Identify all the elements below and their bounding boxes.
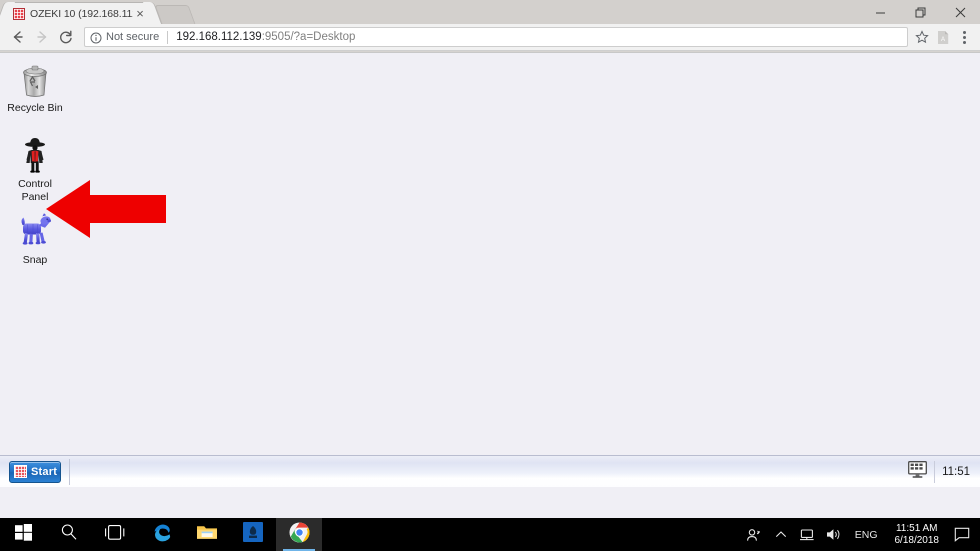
divider — [69, 458, 70, 485]
divider — [167, 30, 169, 44]
window-controls — [860, 0, 980, 24]
reload-icon[interactable] — [54, 25, 78, 49]
divider — [934, 460, 936, 483]
pdf-extension-icon[interactable]: A — [932, 26, 954, 48]
blue-app-icon — [243, 522, 263, 547]
monitor-icon[interactable] — [908, 460, 928, 483]
windows-logo-icon — [14, 523, 32, 546]
volume-icon[interactable] — [820, 518, 847, 551]
taskbar-items — [0, 518, 322, 551]
clock-date: 6/18/2018 — [894, 534, 940, 546]
info-circle-icon — [90, 31, 102, 44]
blue-app-button[interactable] — [230, 518, 276, 551]
ozeki-taskbar: Start 11:51 — [0, 455, 980, 487]
trash-can-icon — [0, 59, 70, 99]
language-indicator[interactable]: ENG — [847, 518, 886, 551]
svg-text:A: A — [941, 37, 945, 43]
chrome-browser-window: OZEKI 10 (192.168.112.13 × — [0, 0, 980, 518]
tab-title: OZEKI 10 (192.168.112.13 — [30, 7, 133, 20]
forward-arrow-icon — [30, 25, 54, 49]
browser-tab[interactable]: OZEKI 10 (192.168.112.13 × — [6, 2, 152, 24]
security-status-label: Not secure — [106, 31, 160, 43]
folder-icon — [196, 523, 218, 546]
ozeki-start-button[interactable]: Start — [9, 460, 61, 483]
magnifier-icon — [60, 523, 78, 546]
task-view-button[interactable] — [92, 518, 138, 551]
edge-button[interactable] — [138, 518, 184, 551]
url-text: 192.168.112.139:9505/?a=Desktop — [176, 31, 355, 43]
start-button-label: Start — [31, 465, 58, 478]
browser-toolbar: Not secure 192.168.112.139:9505/?a=Deskt… — [0, 24, 980, 51]
restore-icon[interactable] — [900, 0, 940, 24]
chrome-button[interactable] — [276, 518, 322, 551]
address-bar[interactable]: Not secure 192.168.112.139:9505/?a=Deskt… — [84, 27, 908, 47]
three-dot-menu-icon[interactable] — [954, 26, 974, 48]
speech-bubble-icon[interactable] — [948, 518, 980, 551]
edge-icon — [150, 521, 172, 548]
desktop-icon-label: Recycle Bin — [7, 102, 63, 114]
url-path: :9505/?a=Desktop — [261, 31, 356, 43]
system-tray: ENG 11:51 AM 6/18/2018 — [739, 518, 980, 551]
taskbar-search-button[interactable] — [46, 518, 92, 551]
chevron-up-icon[interactable] — [769, 518, 793, 551]
clock-time: 11:51 AM — [895, 522, 938, 534]
desktop-icon-recycle-bin[interactable]: Recycle Bin — [0, 59, 70, 115]
ozeki-clock: 11:51 — [942, 465, 970, 478]
close-icon[interactable] — [940, 0, 980, 24]
chrome-icon — [289, 522, 310, 548]
minimize-icon[interactable] — [860, 0, 900, 24]
windows-start-button[interactable] — [0, 518, 46, 551]
ozeki-tray: 11:51 — [908, 460, 970, 483]
star-icon[interactable] — [912, 27, 932, 47]
person-with-hat-icon — [0, 135, 70, 175]
annotation-arrow — [46, 179, 166, 239]
url-host: 192.168.112.139 — [176, 31, 262, 43]
desktop-icon-label: Snap — [22, 254, 48, 266]
tab-strip: OZEKI 10 (192.168.112.13 × — [0, 0, 980, 24]
ozeki-desktop: Recycle Bin Control Panel Snap Start 11:… — [0, 53, 980, 487]
page-content: Recycle Bin Control Panel Snap Start 11:… — [0, 52, 980, 518]
back-arrow-icon[interactable] — [6, 25, 30, 49]
windows-taskbar: ENG 11:51 AM 6/18/2018 — [0, 518, 980, 551]
ozeki-grid-icon — [13, 7, 25, 20]
network-icon[interactable] — [793, 518, 820, 551]
new-tab-button[interactable] — [154, 5, 196, 24]
ozeki-grid-icon — [14, 465, 27, 478]
people-icon[interactable] — [739, 518, 769, 551]
task-view-icon — [104, 524, 126, 546]
file-explorer-button[interactable] — [184, 518, 230, 551]
close-icon[interactable]: × — [133, 7, 147, 21]
taskbar-clock[interactable]: 11:51 AM 6/18/2018 — [886, 518, 949, 551]
